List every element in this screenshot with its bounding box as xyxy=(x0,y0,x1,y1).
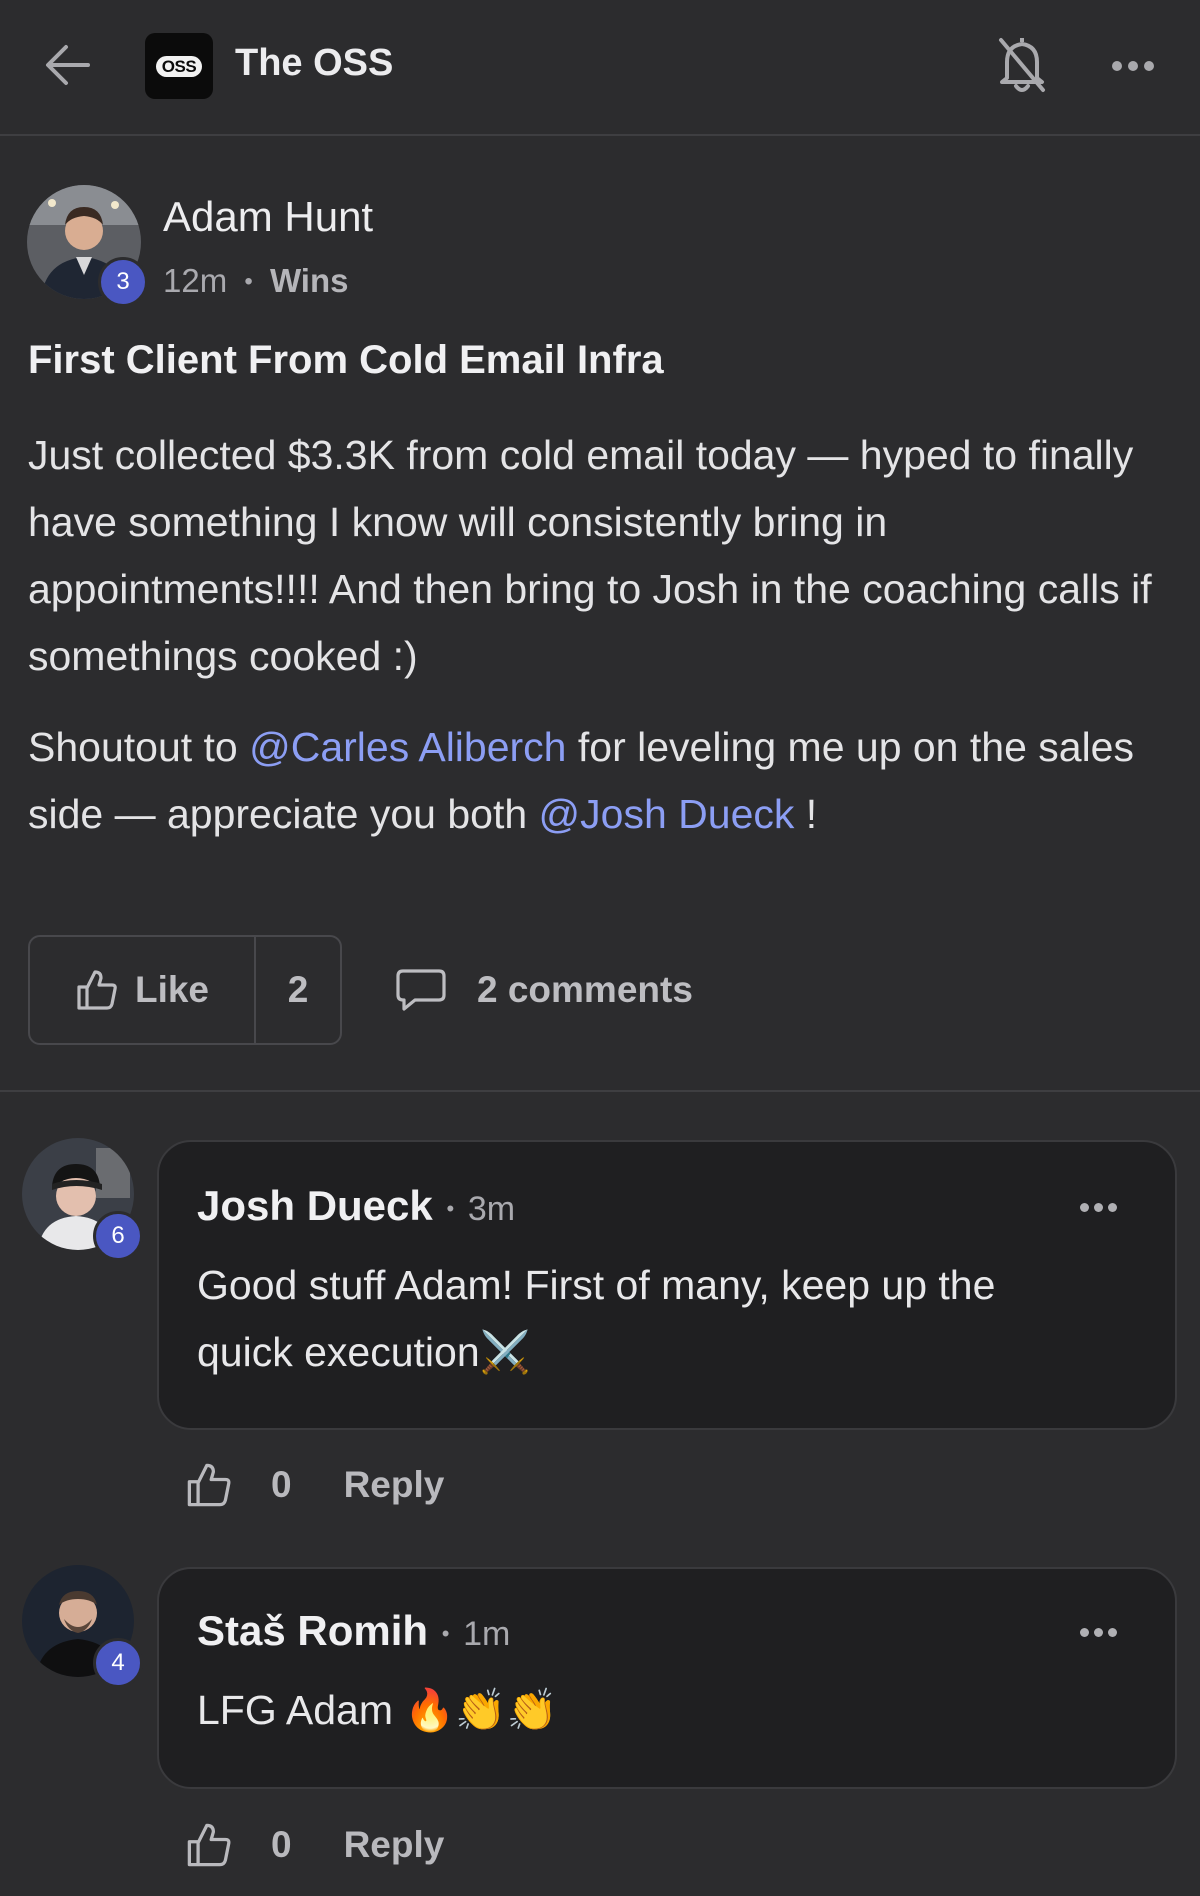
mention-link[interactable]: @Josh Dueck xyxy=(539,791,795,837)
mention-link[interactable]: @Carles Aliberch xyxy=(249,724,566,770)
comment-more-button[interactable] xyxy=(1080,1203,1117,1212)
divider xyxy=(0,1090,1200,1092)
back-arrow-icon xyxy=(46,45,90,85)
comment-author-name[interactable]: Staš Romih xyxy=(197,1607,428,1654)
more-icon xyxy=(1080,1203,1089,1212)
comment-text: Good stuff Adam! First of many, keep up … xyxy=(197,1262,996,1375)
comment-author-line: Josh Dueck • 3m xyxy=(197,1182,515,1230)
comment-card: Josh Dueck • 3m Good stuff Adam! First o… xyxy=(157,1140,1177,1430)
comments-count-label: 2 comments xyxy=(477,969,693,1010)
group-name[interactable]: The OSS xyxy=(235,42,393,85)
comment-like-count: 0 xyxy=(271,1824,292,1865)
post-body: Just collected $3.3K from cold email tod… xyxy=(28,422,1168,872)
thumbs-up-icon[interactable] xyxy=(185,1461,233,1509)
more-icon xyxy=(1080,1628,1089,1637)
like-group: Like 2 xyxy=(28,935,342,1045)
comment-actions: 0 Reply xyxy=(185,1455,444,1515)
comment-time-separator: • xyxy=(441,1621,450,1646)
post-author-name[interactable]: Adam Hunt xyxy=(163,193,373,241)
reply-button[interactable]: Reply xyxy=(344,1464,445,1506)
post-body-paragraph: Shoutout to @Carles Aliberch for levelin… xyxy=(28,714,1168,848)
post-body-text: ! xyxy=(794,791,818,837)
comment-more-button[interactable] xyxy=(1080,1628,1117,1637)
commenter-level-badge: 4 xyxy=(93,1638,143,1688)
comment-card: Staš Romih • 1m LFG Adam 🔥👏👏 xyxy=(157,1567,1177,1789)
like-label: Like xyxy=(134,969,210,1010)
top-bar: OSS The OSS xyxy=(0,0,1200,136)
group-logo-text: OSS xyxy=(155,55,203,77)
post-meta: 12m • Wins xyxy=(163,262,349,300)
commenter-level-badge: 6 xyxy=(93,1211,143,1261)
thumbs-up-icon xyxy=(77,970,117,1010)
more-icon xyxy=(1112,61,1122,71)
like-count[interactable]: 2 xyxy=(256,937,340,1043)
comment-time: 3m xyxy=(467,1190,516,1228)
thumbs-up-icon[interactable] xyxy=(185,1821,233,1869)
post-body-text: Shoutout to xyxy=(28,724,250,770)
bell-off-icon xyxy=(999,38,1045,92)
more-options-button[interactable] xyxy=(1105,46,1161,86)
comment-text: LFG Adam 🔥👏👏 xyxy=(197,1687,558,1733)
author-level-badge: 3 xyxy=(98,257,148,307)
post-body-paragraph: Just collected $3.3K from cold email tod… xyxy=(28,432,1152,679)
comment-like-count: 0 xyxy=(271,1464,292,1505)
comment-time: 1m xyxy=(463,1615,511,1653)
meta-separator: • xyxy=(244,268,253,295)
post-category[interactable]: Wins xyxy=(270,262,349,299)
comment-time-separator: • xyxy=(446,1196,455,1221)
post-time: 12m xyxy=(163,262,228,299)
post-title: First Client From Cold Email Infra xyxy=(28,338,664,382)
comment-author-line: Staš Romih • 1m xyxy=(197,1607,510,1655)
like-button[interactable]: Like xyxy=(30,937,256,1043)
notifications-button[interactable] xyxy=(995,32,1049,96)
comment-icon xyxy=(396,969,446,1011)
back-button[interactable] xyxy=(40,40,96,90)
comment-actions: 0 Reply xyxy=(185,1815,444,1875)
comments-button[interactable]: 2 comments xyxy=(395,960,693,1020)
reply-button[interactable]: Reply xyxy=(344,1824,445,1866)
group-logo[interactable]: OSS xyxy=(145,33,213,99)
comment-author-name[interactable]: Josh Dueck xyxy=(197,1182,433,1229)
